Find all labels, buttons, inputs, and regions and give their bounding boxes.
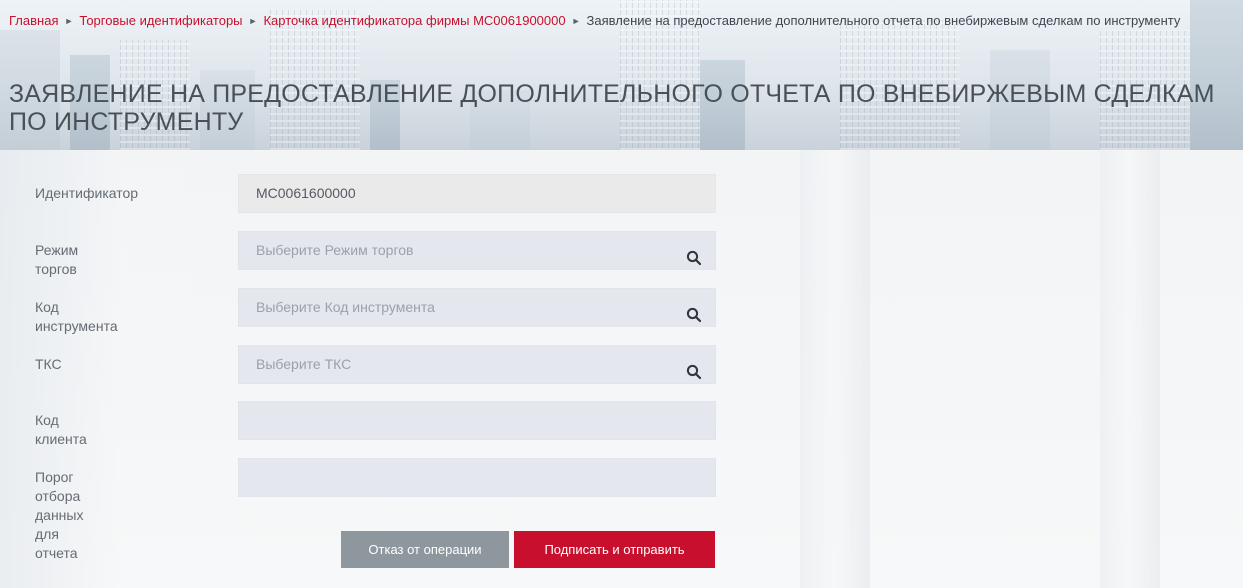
breadcrumb-separator-icon: ► — [64, 16, 74, 26]
cancel-button[interactable]: Отказ от операции — [341, 531, 509, 568]
threshold-label: Порог отбора данных для отчета — [35, 469, 84, 561]
breadcrumb-separator-icon: ► — [571, 16, 581, 26]
identifier-label: Идентификатор — [35, 185, 139, 201]
tks-field — [238, 345, 716, 384]
background-pillar — [800, 150, 870, 588]
search-icon[interactable] — [686, 300, 702, 323]
threshold-field — [238, 458, 716, 497]
breadcrumb-separator-icon: ► — [248, 16, 258, 26]
trade-mode-field — [238, 231, 716, 270]
client-code-label: Код клиента — [35, 412, 87, 447]
search-icon[interactable] — [686, 243, 702, 266]
instrument-code-input[interactable] — [256, 289, 656, 326]
threshold-input[interactable] — [256, 459, 656, 496]
breadcrumb-home-link[interactable]: Главная — [9, 13, 58, 28]
page-title: ЗАЯВЛЕНИЕ НА ПРЕДОСТАВЛЕНИЕ ДОПОЛНИТЕЛЬН… — [9, 80, 1215, 136]
trade-mode-input[interactable] — [256, 232, 656, 269]
identifier-field: MC0061600000 — [238, 174, 716, 213]
breadcrumb-trade-ids-link[interactable]: Торговые идентификаторы — [79, 13, 242, 28]
identifier-value: MC0061600000 — [256, 185, 356, 201]
client-code-field — [238, 401, 716, 440]
search-icon[interactable] — [686, 357, 702, 380]
trade-mode-label: Режим торгов — [35, 242, 79, 277]
instrument-code-label: Код инструмента — [35, 299, 118, 334]
breadcrumb: Главная ► Торговые идентификаторы ► Карточка… — [9, 11, 1229, 32]
instrument-code-field — [238, 288, 716, 327]
breadcrumb-current: Заявление на предоставление дополнительн… — [586, 13, 1181, 28]
tks-input[interactable] — [256, 346, 656, 383]
tks-label: ТКС — [35, 356, 62, 372]
background-pillar — [1100, 150, 1160, 588]
breadcrumb-firm-card-link[interactable]: Карточка идентификатора фирмы MC00619000… — [263, 13, 565, 28]
client-code-input[interactable] — [256, 402, 656, 439]
sign-and-send-button[interactable]: Подписать и отправить — [514, 531, 715, 568]
